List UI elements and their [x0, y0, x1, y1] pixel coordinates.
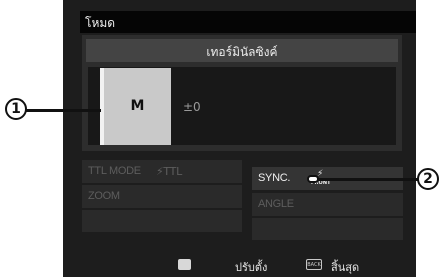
flash-mode-tile[interactable]: M	[100, 68, 171, 145]
ttl-mode-label: TTL MODE	[88, 165, 141, 177]
finish-hint: สิ้นสุด	[331, 261, 360, 274]
section-heading-label: เทอร์มินัลซิงค์	[206, 45, 278, 59]
angle-setting: ANGLE	[252, 193, 403, 216]
angle-label: ANGLE	[258, 198, 294, 210]
back-key-icon: BACK	[306, 259, 322, 270]
zoom-setting: ZOOM	[82, 185, 242, 208]
adjust-hint: ปรับตั้ง	[235, 261, 268, 274]
sync-terminal-panel: เทอร์มินัลซิงค์ M ±0	[82, 35, 402, 151]
ttl-mode-setting: TTL MODE ⚡TTL	[82, 160, 242, 183]
callout-2-line	[312, 178, 418, 181]
callout-2-marker: 2	[417, 168, 439, 190]
callout-1-line	[25, 109, 101, 112]
bottom-hint-bar: ปรับตั้ง BACK สิ้นสุด	[80, 254, 416, 277]
callout-2-dot	[307, 175, 319, 183]
flash-compensation-value: ±0	[183, 100, 201, 114]
menu-title-bar: โหมด	[80, 11, 416, 33]
sync-label: SYNC.	[258, 172, 291, 184]
flash-mode-display: M ±0	[88, 67, 396, 145]
menu-title: โหมด	[85, 16, 116, 30]
empty-setting-left	[82, 210, 242, 232]
section-heading: เทอร์มินัลซิงค์	[86, 39, 398, 62]
zoom-label: ZOOM	[88, 190, 120, 202]
flash-mode-label: M	[130, 98, 145, 114]
camera-menu-screen: โหมด เทอร์มินัลซิงค์ M ±0 TTL MODE ⚡TTL …	[63, 0, 416, 277]
ttl-mode-value: ⚡TTL	[156, 165, 182, 178]
adjust-icon	[178, 259, 191, 270]
callout-1-marker: 1	[5, 98, 27, 120]
empty-setting-right	[252, 218, 403, 240]
